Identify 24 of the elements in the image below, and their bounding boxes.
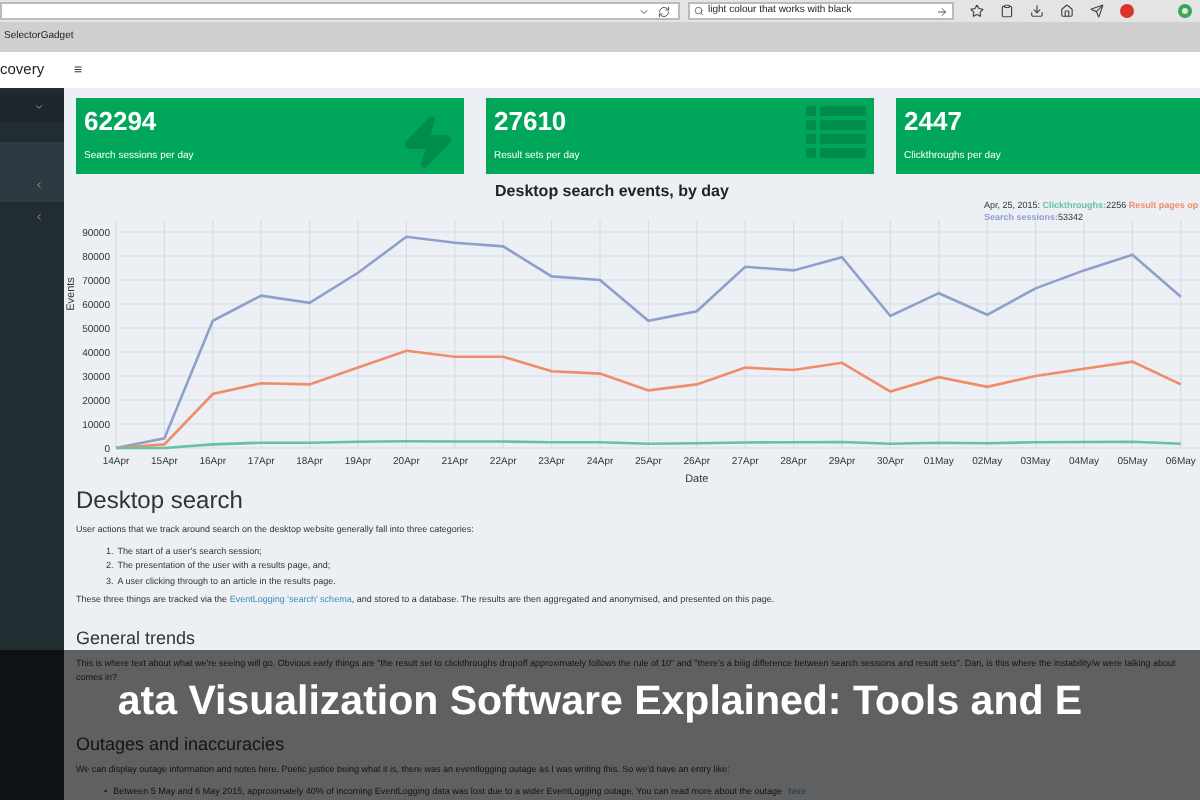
go-icon[interactable] (936, 5, 949, 17)
section-heading: General trends (76, 630, 198, 648)
reload-icon[interactable] (658, 5, 671, 17)
send-icon[interactable] (1090, 4, 1105, 18)
section-heading: Desktop search (76, 488, 245, 512)
stat-value: 27610 (494, 108, 569, 134)
dropdown-icon[interactable] (638, 5, 651, 17)
download-icon[interactable] (1030, 4, 1045, 18)
search-icon (694, 6, 705, 16)
bolt-icon (400, 114, 456, 170)
url-field[interactable] (0, 2, 681, 20)
stat-value: 2447 (904, 108, 964, 134)
section-heading: Outages and inaccuracies (76, 736, 287, 754)
clipboard-icon[interactable] (1000, 4, 1015, 18)
banner-title: ata Visualization Software Explained: Tools and E (117, 682, 1083, 723)
chevron-icon (34, 180, 44, 190)
chevron-icon (34, 211, 44, 221)
ring-icon[interactable] (1177, 4, 1192, 18)
star-icon[interactable] (970, 4, 985, 18)
list-icon (806, 106, 866, 158)
chart-title: Desktop search events, by day (495, 182, 729, 200)
stat-value: 62294 (84, 108, 159, 134)
chevron-icon (34, 102, 44, 112)
home-icon[interactable] (1060, 4, 1075, 18)
